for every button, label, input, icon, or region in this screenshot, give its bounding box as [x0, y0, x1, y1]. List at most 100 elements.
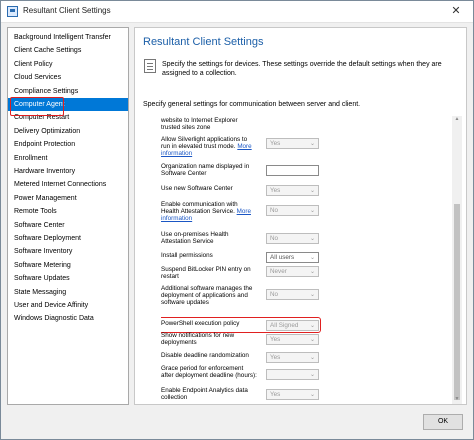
setting-dropdown[interactable]: No ⌄ [266, 233, 319, 244]
setting-dropdown[interactable]: Yes ⌄ [266, 334, 319, 345]
window-title: Resultant Client Settings [23, 6, 111, 15]
setting-dropdown-value: Yes [270, 140, 281, 147]
setting-label: Grace period for enforcement after deploy… [161, 365, 268, 379]
computer-agent-highlight [10, 97, 64, 116]
sidebar-item-user-and-device-affinity[interactable]: User and Device Affinity [8, 299, 128, 312]
settings-category-list[interactable]: Background Intelligent Transfer Client Ca… [7, 27, 129, 405]
sidebar-item-software-center[interactable]: Software Center [8, 219, 128, 232]
setting-label-line: software updates [161, 299, 209, 307]
sidebar-item-hardware-inventory[interactable]: Hardware Inventory [8, 165, 128, 178]
chevron-down-icon: ⌄ [309, 141, 315, 147]
setting-label-line: Enable communication with [161, 201, 238, 208]
setting-dropdown-value: Yes [270, 336, 281, 343]
setting-label-line: after deployment deadline (hours): [161, 372, 257, 380]
sidebar-item-endpoint-protection[interactable]: Endpoint Protection [8, 138, 128, 151]
settings-document-icon [144, 59, 156, 73]
setting-label: Use new Software Center [161, 185, 268, 192]
setting-label-line: Enable Endpoint Analytics data [161, 387, 248, 394]
more-information-link[interactable]: information [161, 150, 268, 157]
chevron-down-icon: ⌄ [309, 236, 315, 242]
chevron-down-icon: ⌄ [309, 355, 315, 361]
setting-label-line: Software Center [161, 170, 207, 178]
sidebar-item-software-metering[interactable]: Software Metering [8, 259, 128, 272]
setting-dropdown-value: No [270, 235, 279, 242]
setting-label-line: Suspend BitLocker PIN entry on [161, 266, 251, 273]
setting-label: Suspend BitLocker PIN entry on restart [161, 266, 268, 280]
sidebar-item-power-management[interactable]: Power Management [8, 192, 128, 205]
more-information-link[interactable]: More [237, 143, 251, 150]
chevron-down-icon: ⌄ [309, 392, 315, 398]
chevron-down-icon: ⌄ [309, 255, 315, 261]
intro-text: Specify the settings for devices. These … [162, 60, 462, 78]
setting-dropdown[interactable]: Yes ⌄ [266, 389, 319, 400]
organization-name-field[interactable] [266, 165, 319, 176]
sidebar-item-compliance-settings[interactable]: Compliance Settings [8, 85, 128, 98]
setting-label: Install permissions [161, 252, 268, 259]
sidebar-item-remote-tools[interactable]: Remote Tools [8, 205, 128, 218]
setting-label-line: run in elevated trust mode. More [161, 143, 268, 150]
setting-dropdown[interactable]: No ⌄ [266, 289, 319, 300]
setting-label-line: collection [161, 394, 188, 402]
computer-agent-settings-list: website to Internet Explorer trusted site… [161, 115, 457, 403]
setting-label-line: Show notifications for new [161, 332, 235, 339]
sidebar-item-software-inventory[interactable]: Software Inventory [8, 245, 128, 258]
setting-dropdown[interactable]: ⌄ [266, 369, 319, 380]
client-settings-app-icon [7, 6, 18, 17]
setting-label-line: Use on-premises Health [161, 231, 229, 238]
setting-label-text: Health Attestation Service. [161, 208, 235, 216]
sidebar-item-background-intelligent-transfer[interactable]: Background Intelligent Transfer [8, 31, 128, 44]
chevron-down-icon: ⌄ [309, 372, 315, 378]
more-information-link[interactable]: information [161, 215, 268, 222]
setting-dropdown[interactable]: Yes ⌄ [266, 352, 319, 363]
sidebar-item-cloud-services[interactable]: Cloud Services [8, 71, 128, 84]
setting-dropdown-value: Yes [270, 354, 281, 361]
setting-dropdown-value: No [270, 207, 279, 214]
setting-label-line: trusted sites zone [161, 124, 211, 132]
setting-dropdown-value: Yes [270, 391, 281, 398]
setting-label: Enable communication with Health Attestat… [161, 201, 268, 223]
sidebar-item-software-deployment[interactable]: Software Deployment [8, 232, 128, 245]
setting-label: Additional software manages the deploymen… [161, 285, 268, 307]
setting-dropdown[interactable]: Never ⌄ [266, 266, 319, 277]
setting-dropdown-value: Never [270, 268, 287, 275]
setting-dropdown[interactable]: All users ⌄ [266, 252, 319, 263]
powershell-policy-highlight [161, 317, 321, 333]
setting-label-line: Attestation Service [161, 238, 214, 246]
setting-label-line: Additional software manages the [161, 285, 253, 292]
intro-line-2: assigned to a collection. [162, 70, 237, 77]
sidebar-item-metered-internet-connections[interactable]: Metered Internet Connections [8, 178, 128, 191]
more-information-link[interactable]: More [237, 208, 251, 215]
title-bar: Resultant Client Settings ✕ [1, 1, 473, 23]
sidebar-item-state-messaging[interactable]: State Messaging [8, 286, 128, 299]
sidebar-item-client-cache-settings[interactable]: Client Cache Settings [8, 44, 128, 57]
sidebar-item-delivery-optimization[interactable]: Delivery Optimization [8, 125, 128, 138]
resultant-client-settings-window: Resultant Client Settings ✕ Background I… [0, 0, 474, 440]
setting-label-text: run in elevated trust mode. [161, 143, 236, 151]
setting-label: website to Internet Explorer trusted site… [161, 117, 268, 131]
setting-label-line: restart [161, 273, 179, 281]
setting-dropdown[interactable]: Yes ⌄ [266, 138, 319, 149]
sidebar-item-enrollment[interactable]: Enrollment [8, 152, 128, 165]
ok-button[interactable]: OK [423, 414, 463, 430]
setting-dropdown[interactable]: No ⌄ [266, 205, 319, 216]
setting-dropdown-value: All users [270, 254, 295, 261]
setting-label-line: Disable deadline randomization [161, 352, 249, 359]
intro-line-1: Specify the settings for devices. These … [162, 61, 442, 68]
setting-label-line: Use new Software Center [161, 185, 233, 192]
setting-label: Show notifications for new deployments [161, 332, 268, 346]
setting-label-line: deployment of applications and [161, 292, 248, 300]
setting-label-line: Organization name displayed in [161, 163, 250, 170]
setting-label-line: Grace period for enforcement [161, 365, 244, 372]
setting-label: Disable deadline randomization [161, 352, 268, 359]
setting-dropdown[interactable]: Yes ⌄ [266, 185, 319, 196]
sidebar-item-windows-diagnostic-data[interactable]: Windows Diagnostic Data [8, 312, 128, 325]
setting-label: Allow Silverlight applications to run in … [161, 136, 268, 158]
setting-label-line: Health Attestation Service. More [161, 208, 268, 215]
close-button[interactable]: ✕ [445, 3, 467, 20]
sidebar-item-client-policy[interactable]: Client Policy [8, 58, 128, 71]
sidebar-item-software-updates[interactable]: Software Updates [8, 272, 128, 285]
setting-label-line: website to Internet Explorer [161, 117, 238, 124]
setting-label-line: Allow Silverlight applications to [161, 136, 248, 143]
chevron-down-icon: ⌄ [309, 269, 315, 275]
chevron-down-icon: ⌄ [309, 337, 315, 343]
